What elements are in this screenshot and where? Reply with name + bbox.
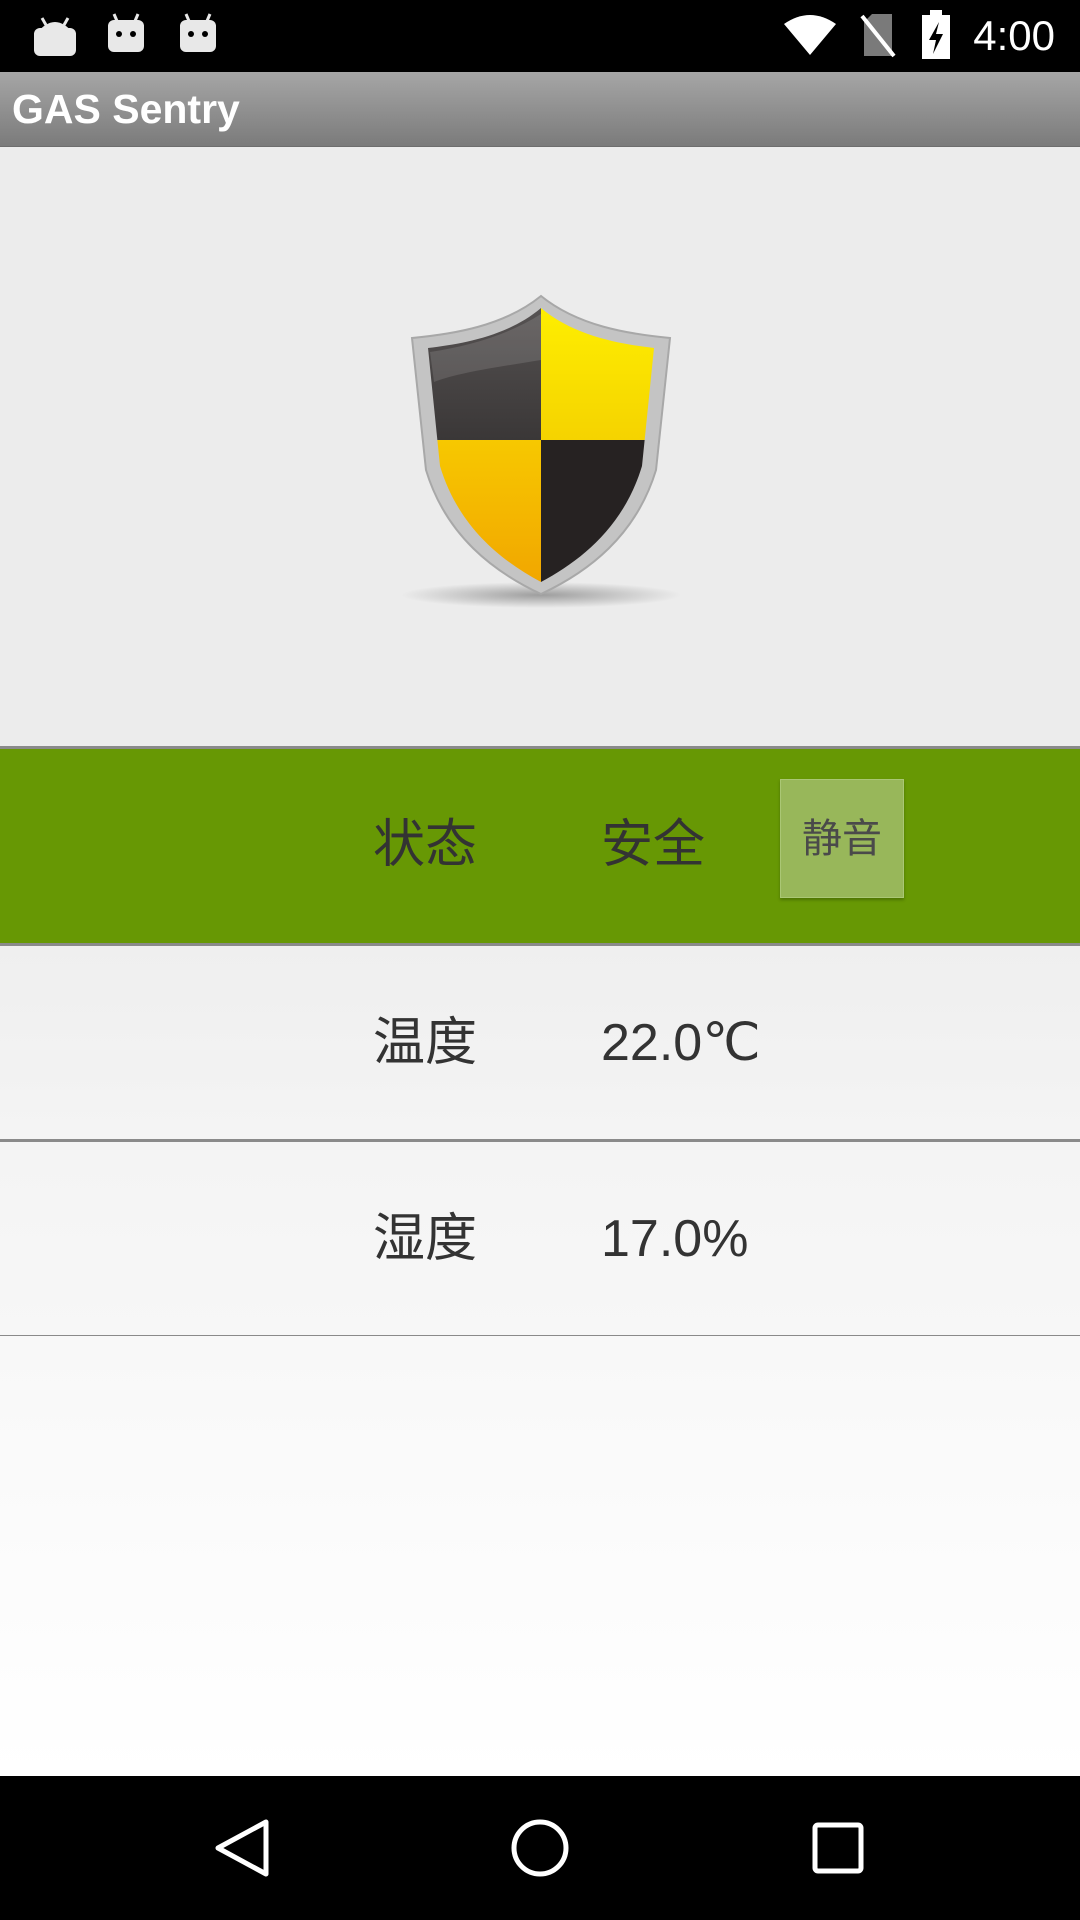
clock: 4:00 xyxy=(973,12,1055,59)
status-value: 安全 xyxy=(601,816,706,874)
empty-area xyxy=(0,1336,1080,1776)
humidity-value: 17.0% xyxy=(601,1210,749,1268)
back-icon[interactable] xyxy=(210,1816,274,1880)
app-title-bar: GAS Sentry xyxy=(0,72,1080,147)
status-label: 状态 xyxy=(373,815,478,875)
temperature-row: 温度 22.0℃ xyxy=(0,946,1080,1139)
hero-panel xyxy=(0,147,1080,746)
status-row: 状态 安全 静音 xyxy=(0,749,1080,944)
recents-icon[interactable] xyxy=(808,1818,868,1878)
temperature-value: 22.0℃ xyxy=(601,1014,761,1072)
android-icon xyxy=(34,17,76,56)
android-icon xyxy=(108,13,144,52)
navigation-bar xyxy=(0,1776,1080,1920)
shield-icon xyxy=(401,294,681,608)
app-title: GAS Sentry xyxy=(12,86,240,132)
home-icon[interactable] xyxy=(508,1816,572,1880)
temperature-label: 温度 xyxy=(373,1013,478,1073)
status-bar: 4:00 xyxy=(0,0,1080,72)
android-icon xyxy=(180,13,216,52)
no-sim-icon xyxy=(860,14,896,58)
battery-charging-icon xyxy=(922,10,950,59)
wifi-icon xyxy=(784,15,836,55)
humidity-row: 湿度 17.0% xyxy=(0,1142,1080,1335)
humidity-label: 湿度 xyxy=(373,1209,478,1269)
mute-button[interactable]: 静音 xyxy=(780,779,904,898)
